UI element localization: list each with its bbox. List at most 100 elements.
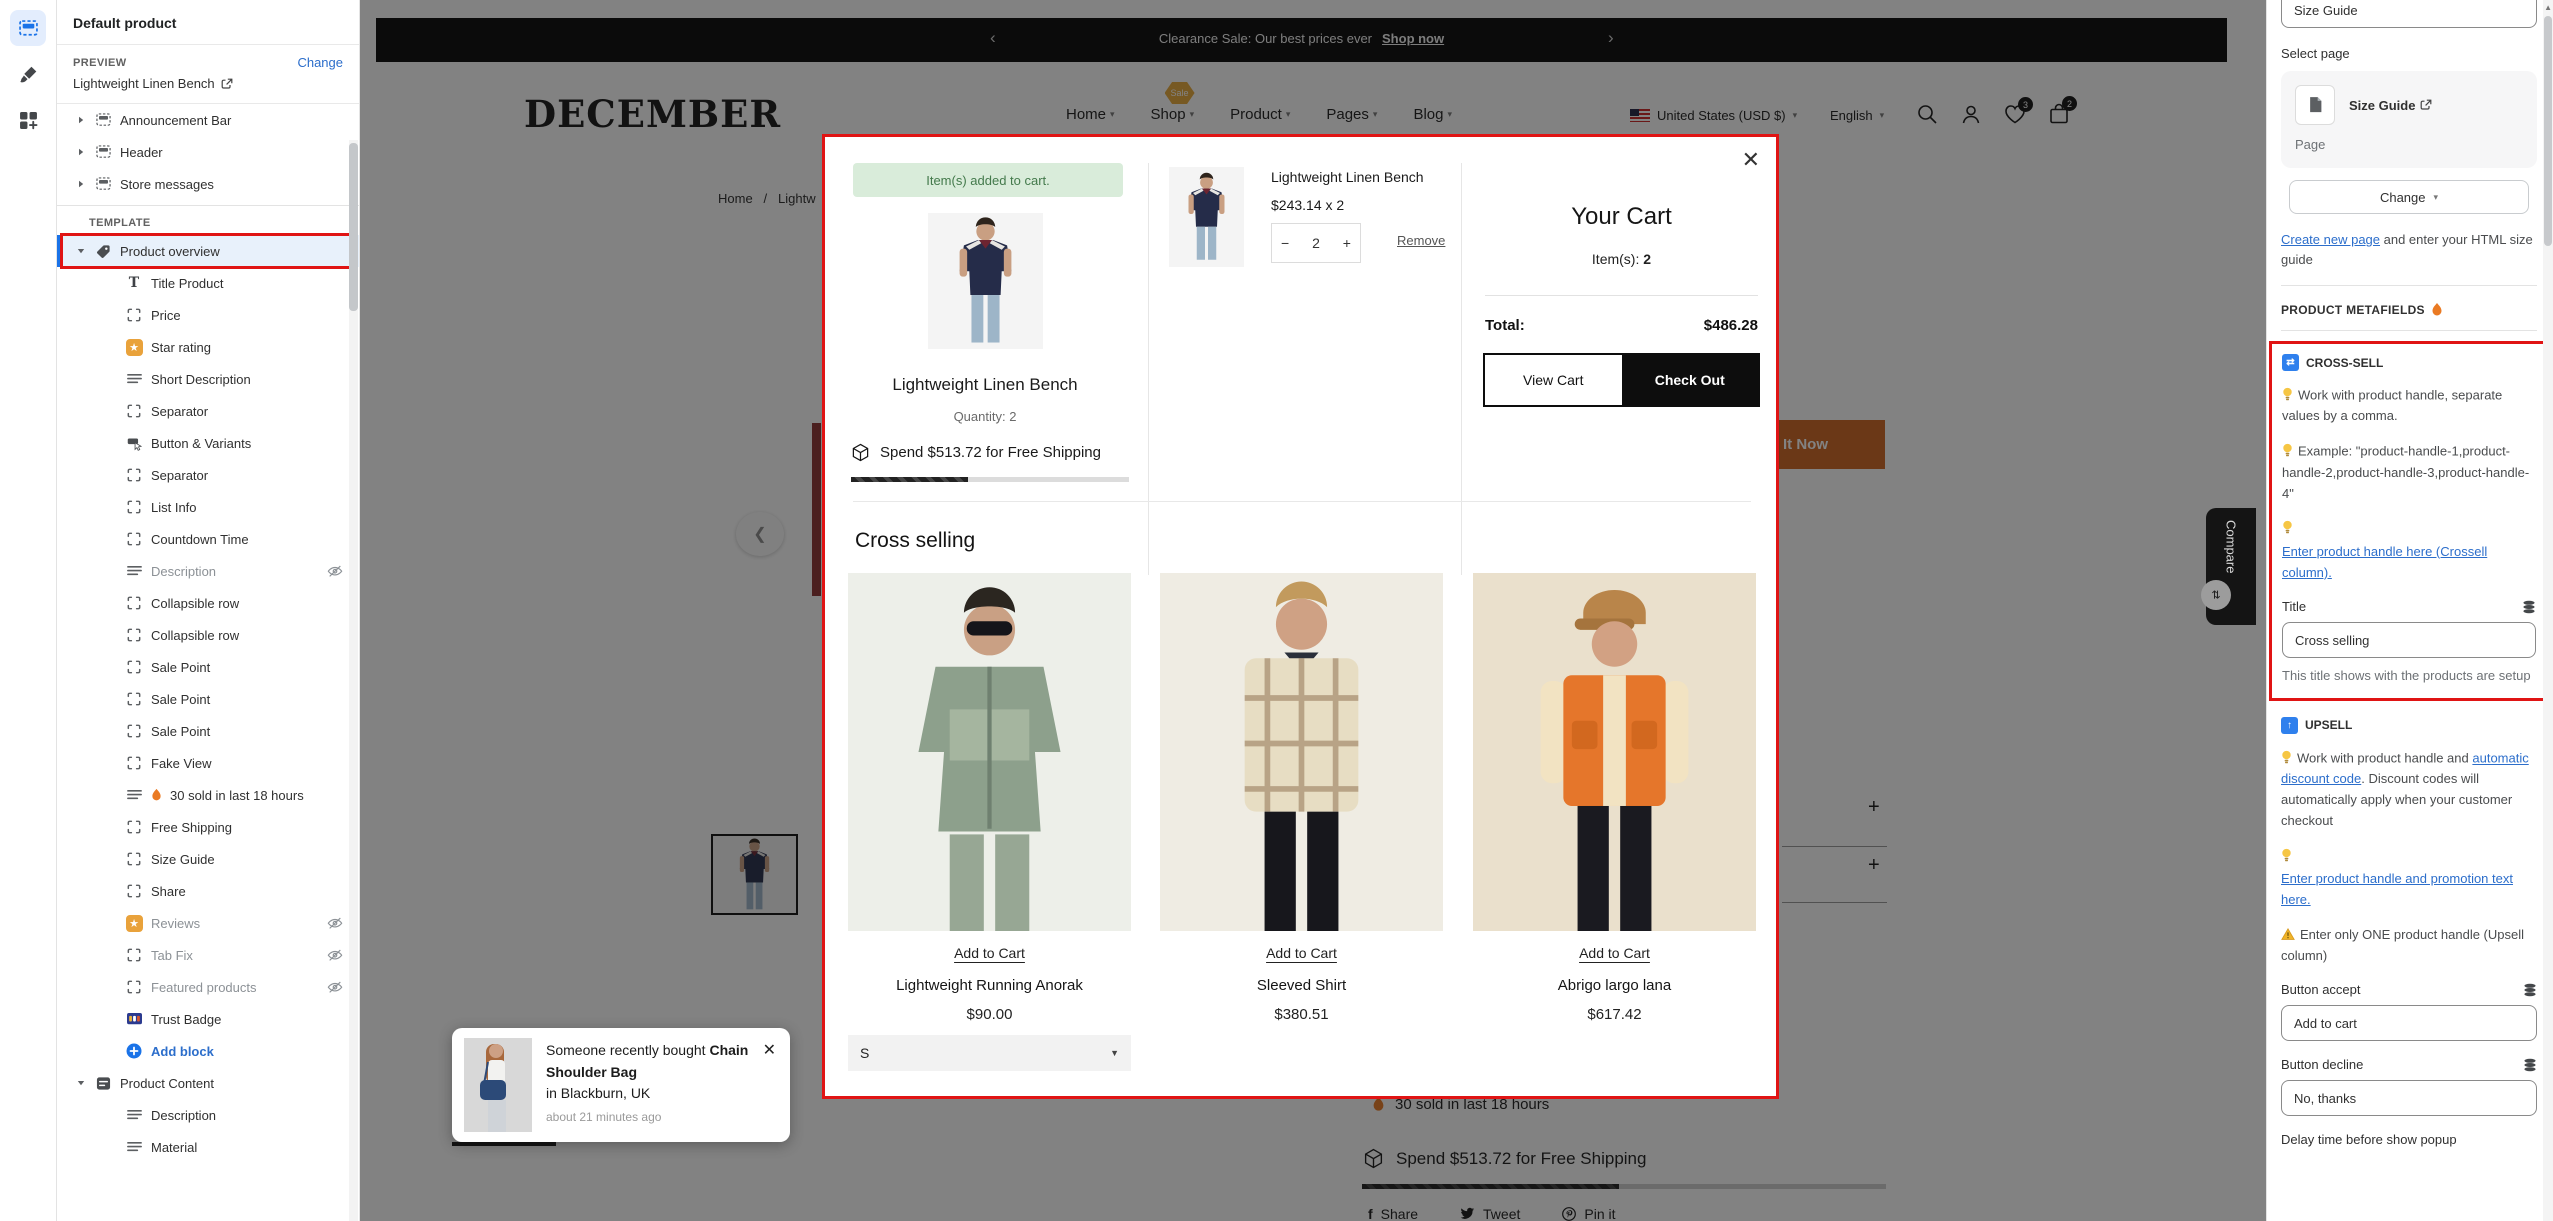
create-new-page-link[interactable]: Create new page [2281, 232, 2380, 247]
cross-sell-product-name[interactable]: Sleeved Shirt [1160, 977, 1443, 994]
doc-icon [94, 1076, 112, 1091]
hidden-eye-icon[interactable] [327, 981, 343, 993]
section-title-input[interactable] [2281, 0, 2537, 28]
dynamic-source-icon[interactable] [2523, 983, 2537, 997]
sidebar-item-sale-point[interactable]: Sale Point [57, 715, 359, 747]
sidebar-item-label: Collapsible row [151, 596, 239, 611]
chevron-down-icon[interactable] [77, 247, 86, 255]
preview-product-name[interactable]: Lightweight Linen Bench [73, 76, 215, 91]
sidebar-item-countdown-time[interactable]: Countdown Time [57, 523, 359, 555]
upsell-enter-note: Enter product handle and promotion text … [2281, 869, 2537, 911]
sidebar-item-label: Price [151, 308, 181, 323]
sidebar-item-featured-products[interactable]: Featured products [57, 971, 359, 1003]
sidebar-item-store-messages[interactable]: Store messages [57, 168, 359, 200]
cart-summary-title: Your Cart [1485, 203, 1758, 231]
delay-time-label: Delay time before show popup [2281, 1132, 2537, 1147]
scroll-up-icon[interactable]: ▲ [2544, 3, 2552, 12]
hidden-eye-icon[interactable] [327, 917, 343, 929]
sidebar-item-30-sold-in-last-18-hours[interactable]: 30 sold in last 18 hours [57, 779, 359, 811]
sidebar-item-button-variants[interactable]: Button & Variants [57, 427, 359, 459]
sidebar-item-collapsible-row[interactable]: Collapsible row [57, 619, 359, 651]
sidebar-item-description[interactable]: Description [57, 1099, 359, 1131]
lines-icon [125, 564, 143, 577]
size-select[interactable]: S▼ [848, 1035, 1131, 1071]
sidebar-item-list-info[interactable]: List Info [57, 491, 359, 523]
change-preview-link[interactable]: Change [297, 55, 343, 70]
sections-rail-button[interactable] [10, 10, 46, 46]
sidebar-item-announcement-bar[interactable]: Announcement Bar [57, 104, 359, 136]
sidebar-item-product-content[interactable]: Product Content [57, 1067, 359, 1099]
block-icon [125, 756, 143, 770]
block-icon [125, 948, 143, 962]
sidebar-item-product-overview[interactable]: Product overview [57, 235, 359, 267]
enter-product-handle-link[interactable]: Enter product handle here (Crossell colu… [2282, 544, 2487, 580]
sidebar-item-add-block[interactable]: Add block [57, 1035, 359, 1067]
chevron-right-icon[interactable] [77, 180, 86, 188]
sidebar-item-price[interactable]: Price [57, 299, 359, 331]
sidebar-item-share[interactable]: Share [57, 875, 359, 907]
notification-time: about 21 minutes ago [546, 1108, 752, 1127]
change-page-button[interactable]: Change ▾ [2289, 180, 2530, 214]
editor-icon-rail [0, 0, 57, 1221]
increase-quantity-button[interactable]: + [1343, 235, 1351, 251]
sidebar-item-header[interactable]: Header [57, 136, 359, 168]
sidebar-item-fake-view[interactable]: Fake View [57, 747, 359, 779]
button-accept-input[interactable] [2281, 1005, 2537, 1041]
decrease-quantity-button[interactable]: − [1281, 235, 1289, 251]
chevron-right-icon[interactable] [77, 148, 86, 156]
cross-sell-product-name[interactable]: Abrigo largo lana [1473, 977, 1756, 994]
check-out-button[interactable]: Check Out [1622, 355, 1759, 405]
cross-sell-product-name[interactable]: Lightweight Running Anorak [848, 977, 1131, 994]
sidebar-item-reviews[interactable]: ★Reviews [57, 907, 359, 939]
add-to-cart-link[interactable]: Add to Cart [1266, 945, 1337, 961]
cross-sell-enter-note: Enter product handle here (Crossell colu… [2282, 542, 2536, 584]
apps-rail-button[interactable] [10, 102, 46, 138]
cross-sell-card-sleeved-shirt: Add to CartSleeved Shirt$380.51 [1160, 573, 1443, 1023]
cross-sell-product-image[interactable] [1160, 573, 1443, 931]
enter-promotion-link[interactable]: Enter product handle and promotion text … [2281, 871, 2513, 907]
bulb-icon [2281, 753, 2292, 768]
add-to-cart-link[interactable]: Add to Cart [954, 945, 1025, 961]
hidden-eye-icon[interactable] [327, 949, 343, 961]
sidebar-item-description[interactable]: Description [57, 555, 359, 587]
sidebar-item-sale-point[interactable]: Sale Point [57, 651, 359, 683]
flame-icon [2431, 302, 2443, 318]
sidebar-item-separator[interactable]: Separator [57, 395, 359, 427]
selected-page-link[interactable]: Size Guide [2349, 98, 2432, 113]
sidebar-item-tab-fix[interactable]: Tab Fix [57, 939, 359, 971]
external-link-icon[interactable] [221, 78, 233, 90]
block-icon [125, 692, 143, 706]
remove-item-link[interactable]: Remove [1397, 233, 1445, 248]
hidden-eye-icon[interactable] [327, 565, 343, 577]
chevron-right-icon[interactable] [77, 116, 86, 124]
button-decline-input[interactable] [2281, 1080, 2537, 1116]
view-cart-button[interactable]: View Cart [1485, 355, 1622, 405]
theme-settings-rail-button[interactable] [10, 56, 46, 92]
settings-scrollbar-thumb[interactable] [2544, 16, 2552, 246]
compare-tab[interactable]: Compare ⇄ [2206, 508, 2256, 625]
sidebar-item-free-shipping[interactable]: Free Shipping [57, 811, 359, 843]
quantity-stepper[interactable]: − 2 + [1271, 223, 1361, 263]
block-icon [125, 308, 143, 322]
sidebar-item-material[interactable]: Material [57, 1131, 359, 1163]
add-to-cart-link[interactable]: Add to Cart [1579, 945, 1650, 961]
cross-sell-title-input[interactable] [2282, 622, 2536, 658]
tag-icon [94, 244, 112, 259]
sidebar-item-short-description[interactable]: Short Description [57, 363, 359, 395]
sidebar-item-star-rating[interactable]: ★Star rating [57, 331, 359, 363]
cross-sell-product-image[interactable] [848, 573, 1131, 931]
sidebar-scrollbar-thumb[interactable] [349, 143, 358, 311]
notification-close-icon[interactable]: ✕ [763, 1040, 776, 1060]
sidebar-item-collapsible-row[interactable]: Collapsible row [57, 587, 359, 619]
select-page-label: Select page [2281, 46, 2537, 61]
sidebar-item-title-product[interactable]: TTitle Product [57, 267, 359, 299]
dynamic-source-icon[interactable] [2522, 600, 2536, 614]
dynamic-source-icon[interactable] [2523, 1058, 2537, 1072]
sidebar-item-separator[interactable]: Separator [57, 459, 359, 491]
chevron-down-icon[interactable] [77, 1079, 86, 1087]
cross-sell-product-image[interactable] [1473, 573, 1756, 931]
sidebar-item-sale-point[interactable]: Sale Point [57, 683, 359, 715]
sidebar-item-trust-badge[interactable]: Trust Badge [57, 1003, 359, 1035]
modal-close-icon[interactable]: ✕ [1742, 147, 1760, 173]
sidebar-item-size-guide[interactable]: Size Guide [57, 843, 359, 875]
